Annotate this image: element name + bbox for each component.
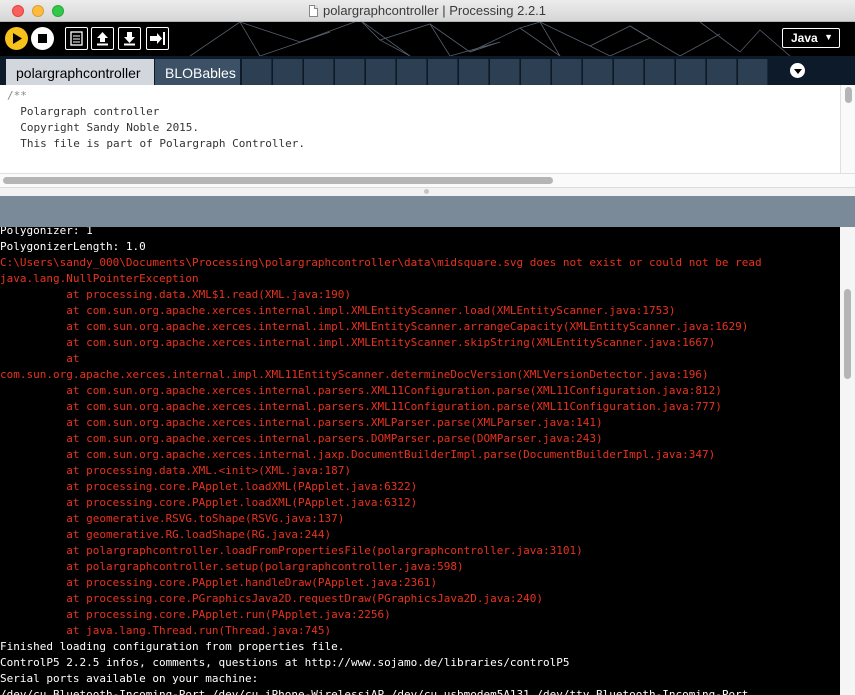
- console-line: /dev/cu.Bluetooth-Incoming-Port /dev/cu.…: [0, 688, 749, 695]
- console-vertical-scrollbar[interactable]: [840, 227, 855, 695]
- tab-polargraphcontroller[interactable]: polargraphcontroller: [6, 59, 154, 85]
- window-title: polargraphcontroller | Processing 2.2.1: [322, 3, 547, 18]
- window-title-area: polargraphcontroller | Processing 2.2.1: [0, 3, 855, 18]
- open-arrow-icon: [97, 32, 108, 46]
- console-line: at com.sun.org.apache.xerces.internal.im…: [0, 336, 716, 349]
- console-line: at processing.core.PGraphicsJava2D.reque…: [0, 592, 544, 605]
- new-file-icon: [70, 31, 83, 46]
- console-line: at com.sun.org.apache.xerces.internal.pa…: [0, 400, 722, 413]
- console-line: Polygonizer: 1: [0, 227, 93, 237]
- console-line: at processing.core.PApplet.loadXML(PAppl…: [0, 480, 418, 493]
- console-line: at com.sun.org.apache.xerces.internal.pa…: [0, 432, 603, 445]
- console-line: Serial ports available on your machine:: [0, 672, 259, 685]
- code-line: This file is part of Polargraph Controll…: [7, 137, 306, 150]
- chevron-down-icon: ▼: [824, 32, 833, 42]
- console-line: at processing.core.PApplet.handleDraw(PA…: [0, 576, 438, 589]
- console-line: at polargraphcontroller.loadFromProperti…: [0, 544, 583, 557]
- tab-menu-chevron-icon[interactable]: [790, 63, 805, 78]
- editor-vertical-scroll-thumb[interactable]: [845, 87, 852, 103]
- code-line: Polargraph controller: [7, 105, 160, 118]
- editor-horizontal-scrollbar[interactable]: [0, 173, 855, 187]
- document-icon: [308, 5, 318, 17]
- console-line: at com.sun.org.apache.xerces.internal.pa…: [0, 384, 722, 397]
- console-line: at geomerative.RSVG.toShape(RSVG.java:13…: [0, 512, 345, 525]
- stop-icon: [38, 34, 47, 43]
- export-icon: [150, 32, 165, 45]
- code-line: /**: [7, 89, 27, 102]
- editor-vertical-scrollbar[interactable]: [840, 85, 855, 173]
- console-line: at com.sun.org.apache.xerces.internal.im…: [0, 320, 749, 333]
- open-sketch-button[interactable]: [91, 27, 114, 50]
- console-line: at geomerative.RG.loadShape(RG.java:244): [0, 528, 332, 541]
- editor-horizontal-scroll-thumb[interactable]: [3, 177, 553, 184]
- run-icon: [13, 33, 22, 44]
- save-arrow-icon: [124, 32, 135, 46]
- console-line: at polargraphcontroller.setup(polargraph…: [0, 560, 464, 573]
- stop-button[interactable]: [31, 27, 54, 50]
- toolbar: Java ▼: [0, 22, 855, 56]
- console-line: at processing.data.XML$1.read(XML.java:1…: [0, 288, 351, 301]
- run-button[interactable]: [5, 27, 28, 50]
- mode-selector[interactable]: Java ▼: [782, 28, 840, 48]
- console-line: at processing.data.XML.<init>(XML.java:1…: [0, 464, 351, 477]
- save-sketch-button[interactable]: [118, 27, 141, 50]
- console-line: at: [0, 352, 80, 365]
- console-line: at processing.core.PApplet.run(PApplet.j…: [0, 608, 391, 621]
- console-line: ControlP5 2.2.5 infos, comments, questio…: [0, 656, 570, 669]
- console-line: C:\Users\sandy_000\Documents\Processing\…: [0, 256, 762, 269]
- sketch-tab-strip: polargraphcontroller BLOBables: [0, 56, 855, 85]
- console-line: at com.sun.org.apache.xerces.internal.ja…: [0, 448, 716, 461]
- new-sketch-button[interactable]: [65, 27, 88, 50]
- code-editor[interactable]: /** Polargraph controller Copyright Sand…: [0, 85, 855, 187]
- console-output[interactable]: Polygonizer: 1 PolygonizerLength: 1.0 C:\U…: [0, 227, 855, 695]
- editor-code: /** Polargraph controller Copyright Sand…: [7, 88, 305, 152]
- code-line: Copyright Sandy Noble 2015.: [7, 121, 200, 134]
- tab-blobables[interactable]: BLOBables: [155, 59, 240, 85]
- mode-label: Java: [791, 31, 818, 45]
- message-area: [0, 196, 855, 227]
- export-application-button[interactable]: [146, 27, 169, 50]
- console-line: Finished loading configuration from prop…: [0, 640, 345, 653]
- split-pane-divider[interactable]: [0, 187, 855, 196]
- window-titlebar: polargraphcontroller | Processing 2.2.1: [0, 0, 855, 22]
- console-vertical-scroll-thumb[interactable]: [844, 289, 851, 379]
- console-line: com.sun.org.apache.xerces.internal.impl.…: [0, 368, 709, 381]
- console-line: at com.sun.org.apache.xerces.internal.pa…: [0, 416, 603, 429]
- console-line: java.lang.NullPointerException: [0, 272, 199, 285]
- console-line: at java.lang.Thread.run(Thread.java:745): [0, 624, 332, 637]
- console-lines: Polygonizer: 1 PolygonizerLength: 1.0 C:\U…: [0, 227, 762, 695]
- console-line: at processing.core.PApplet.loadXML(PAppl…: [0, 496, 418, 509]
- console-line: at com.sun.org.apache.xerces.internal.im…: [0, 304, 676, 317]
- divider-grip-icon: [424, 189, 429, 194]
- console-line: PolygonizerLength: 1.0: [0, 240, 146, 253]
